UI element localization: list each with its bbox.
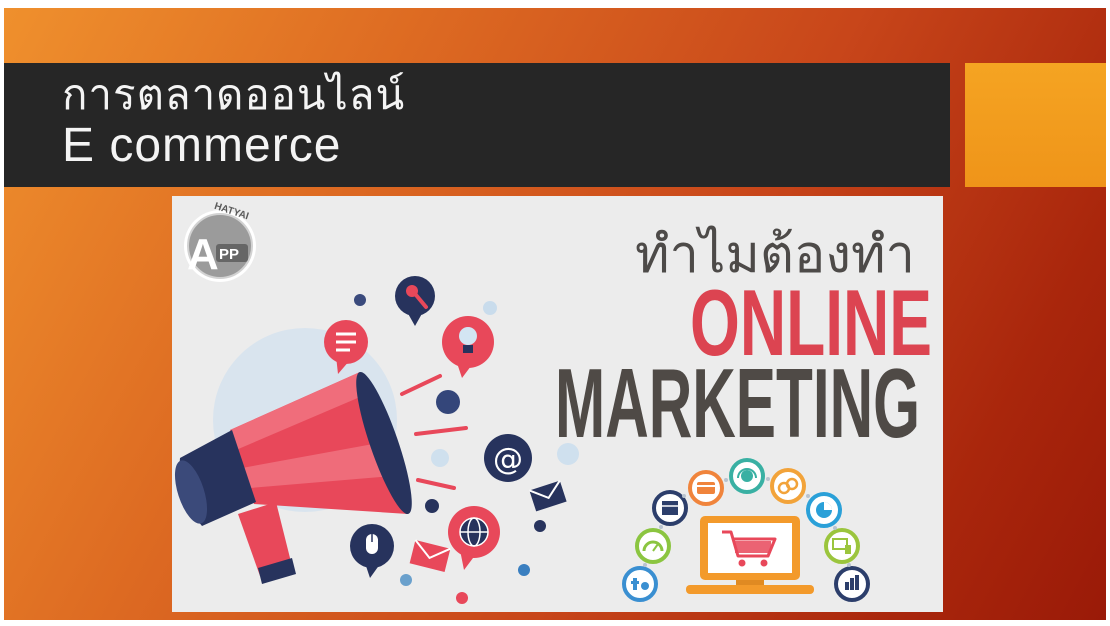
cart-wheel bbox=[760, 559, 768, 567]
dot bbox=[833, 526, 837, 530]
online-marketing-picture: A PP HATYAI ทำไมต้องทำ ONLINE MARKETING bbox=[172, 196, 943, 612]
dot bbox=[659, 525, 663, 529]
speedometer-icon bbox=[635, 528, 671, 564]
dot bbox=[766, 477, 770, 481]
dot bbox=[518, 564, 530, 576]
bar bbox=[850, 578, 854, 590]
dot bbox=[354, 294, 366, 306]
dot bbox=[534, 520, 546, 532]
accent-square bbox=[965, 63, 1106, 187]
dot bbox=[431, 449, 449, 467]
dot bbox=[400, 574, 412, 586]
phone-shape bbox=[845, 545, 851, 554]
icon-ring bbox=[622, 566, 658, 602]
heading-marketing: MARKETING bbox=[555, 348, 920, 458]
at-sign-glyph: @ bbox=[493, 442, 523, 477]
dot bbox=[643, 563, 647, 567]
pie-chart-icon bbox=[806, 492, 842, 528]
social-media-icon bbox=[622, 566, 658, 602]
bulb-base bbox=[463, 345, 473, 353]
dot bbox=[682, 494, 686, 498]
facebook-mark bbox=[631, 581, 639, 584]
store-icon bbox=[652, 490, 688, 526]
cart-basket bbox=[735, 541, 771, 553]
at-sign-icon: @ bbox=[484, 434, 532, 482]
logo-letter: A bbox=[187, 230, 219, 279]
dot bbox=[456, 592, 468, 604]
dot bbox=[557, 443, 579, 465]
dot bbox=[425, 499, 439, 513]
cart-wheel bbox=[738, 559, 746, 567]
devices-icon bbox=[824, 528, 860, 564]
laptop-hinge bbox=[736, 580, 764, 585]
credit-card-icon bbox=[688, 470, 724, 506]
bar-chart-icon bbox=[834, 566, 870, 602]
bar bbox=[855, 575, 859, 590]
icon-ring bbox=[635, 528, 671, 564]
dot bbox=[724, 478, 728, 482]
dot bbox=[806, 494, 810, 498]
store-shape bbox=[662, 501, 678, 515]
icon-ring bbox=[824, 528, 860, 564]
slide-title-english: E commerce bbox=[62, 119, 342, 172]
laptop-base bbox=[686, 585, 814, 594]
dot bbox=[436, 390, 460, 414]
bulb-glass bbox=[459, 327, 477, 345]
picture-canvas: A PP HATYAI ทำไมต้องทำ ONLINE MARKETING bbox=[172, 196, 943, 612]
dot bbox=[483, 301, 497, 315]
customer-service-icon bbox=[729, 458, 765, 494]
dot bbox=[847, 563, 851, 567]
title-bar: การตลาดออนไลน์ E commerce bbox=[4, 63, 950, 187]
agent-head bbox=[741, 470, 753, 482]
bar bbox=[845, 582, 849, 590]
slide-title-thai: การตลาดออนไลน์ bbox=[62, 70, 406, 119]
logo-suffix: PP bbox=[219, 246, 239, 263]
coins-icon bbox=[770, 468, 806, 504]
card-shape bbox=[697, 482, 715, 494]
twitter-mark bbox=[641, 582, 649, 590]
